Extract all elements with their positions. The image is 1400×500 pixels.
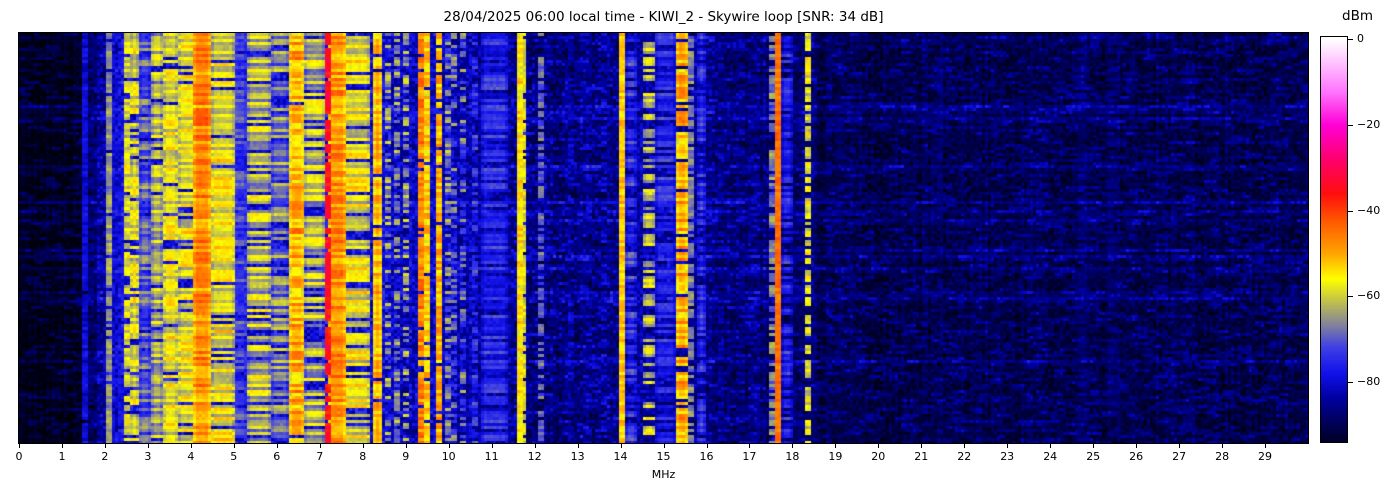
x-axis-tick	[62, 444, 63, 448]
colorbar-tick	[1348, 382, 1353, 383]
x-axis-tick-label: 29	[1258, 450, 1272, 463]
x-axis-tick-label: 22	[957, 450, 972, 463]
x-axis-tick-label: 20	[871, 450, 886, 463]
x-axis-tick	[1179, 444, 1181, 448]
x-axis-tick-label: 27	[1172, 450, 1187, 463]
x-axis-tick	[792, 444, 794, 448]
x-axis-tick	[276, 444, 278, 448]
x-axis-tick-label: 14	[613, 450, 628, 463]
colorbar-tick	[1348, 124, 1353, 126]
colorbar-tick-label: −20	[1357, 118, 1381, 132]
x-axis-tick	[405, 444, 407, 448]
spectrogram-plot-area	[18, 32, 1309, 444]
colorbar-canvas	[1321, 37, 1347, 442]
x-axis-tick	[1050, 444, 1052, 448]
x-axis-tick	[964, 444, 966, 448]
x-axis-tick	[147, 444, 149, 448]
x-axis-tick	[362, 444, 364, 448]
x-axis-tick	[1265, 444, 1266, 448]
figure-title: 28/04/2025 06:00 local time - KIWI_2 - S…	[443, 9, 884, 25]
x-axis-tick	[749, 444, 751, 448]
spectrogram-canvas	[19, 33, 1308, 443]
x-axis-tick-label: 4	[187, 450, 195, 463]
x-axis-tick-label: 11	[484, 450, 499, 463]
x-axis-tick-label: 3	[144, 450, 152, 463]
x-axis-tick-label: 23	[1000, 450, 1015, 463]
x-axis-tick-label: 0	[15, 450, 23, 463]
x-axis-tick	[1007, 444, 1009, 448]
x-axis-tick	[1222, 444, 1224, 448]
x-axis-tick-label: 13	[570, 450, 585, 463]
colorbar-tick-label: −80	[1357, 375, 1381, 389]
x-axis-tick	[233, 444, 235, 448]
x-axis-tick	[534, 444, 536, 448]
x-axis-tick-label: 19	[828, 450, 843, 463]
x-axis-tick-label: 24	[1043, 450, 1058, 463]
x-axis-tick-label: 2	[101, 450, 109, 463]
spectrogram-figure: 28/04/2025 06:00 local time - KIWI_2 - S…	[0, 0, 1400, 500]
x-axis-tick	[835, 444, 837, 448]
x-axis-tick-label: 16	[699, 450, 714, 463]
x-axis-tick-label: 17	[742, 450, 757, 463]
x-axis-tick	[19, 444, 20, 448]
x-axis-tick-label: 8	[359, 450, 367, 463]
x-axis-tick	[663, 444, 665, 448]
x-axis-tick	[491, 444, 493, 448]
x-axis-tick-label: 5	[230, 450, 238, 463]
x-axis-tick	[577, 444, 579, 448]
x-axis-tick-label: 1	[58, 450, 66, 463]
x-axis-tick-label: 18	[785, 450, 800, 463]
x-axis-tick-label: 26	[1129, 450, 1144, 463]
x-axis-tick	[1093, 444, 1095, 448]
colorbar-tick	[1348, 210, 1353, 212]
x-axis-tick-label: 21	[914, 450, 929, 463]
x-axis-tick	[921, 444, 923, 448]
x-axis-tick-label: 15	[656, 450, 671, 463]
colorbar-tick	[1348, 296, 1353, 298]
x-axis-tick	[1136, 444, 1138, 448]
x-axis-tick	[878, 444, 880, 448]
x-axis-tick-label: 25	[1086, 450, 1101, 463]
x-axis-tick	[620, 444, 622, 448]
colorbar-tick-label: −40	[1357, 203, 1381, 217]
x-axis-tick-label: 6	[273, 450, 281, 463]
x-axis-tick-label: 7	[316, 450, 324, 463]
x-axis-tick	[448, 444, 450, 448]
colorbar-tick-label: −60	[1357, 289, 1381, 303]
colorbar-tick	[1348, 39, 1353, 41]
x-axis-tick	[190, 444, 192, 448]
colorbar	[1320, 36, 1348, 443]
x-axis-tick-label: 28	[1215, 450, 1230, 463]
x-axis-tick-label: 9	[402, 450, 410, 463]
x-axis-label: MHz	[651, 468, 676, 481]
x-axis-tick	[104, 444, 106, 448]
x-axis-tick-label: 12	[527, 450, 542, 463]
colorbar-label: dBm	[1342, 8, 1373, 24]
x-axis-tick-label: 10	[441, 450, 456, 463]
x-axis-tick	[706, 444, 708, 448]
colorbar-tick-label: 0	[1357, 32, 1364, 46]
x-axis-tick	[319, 444, 321, 448]
